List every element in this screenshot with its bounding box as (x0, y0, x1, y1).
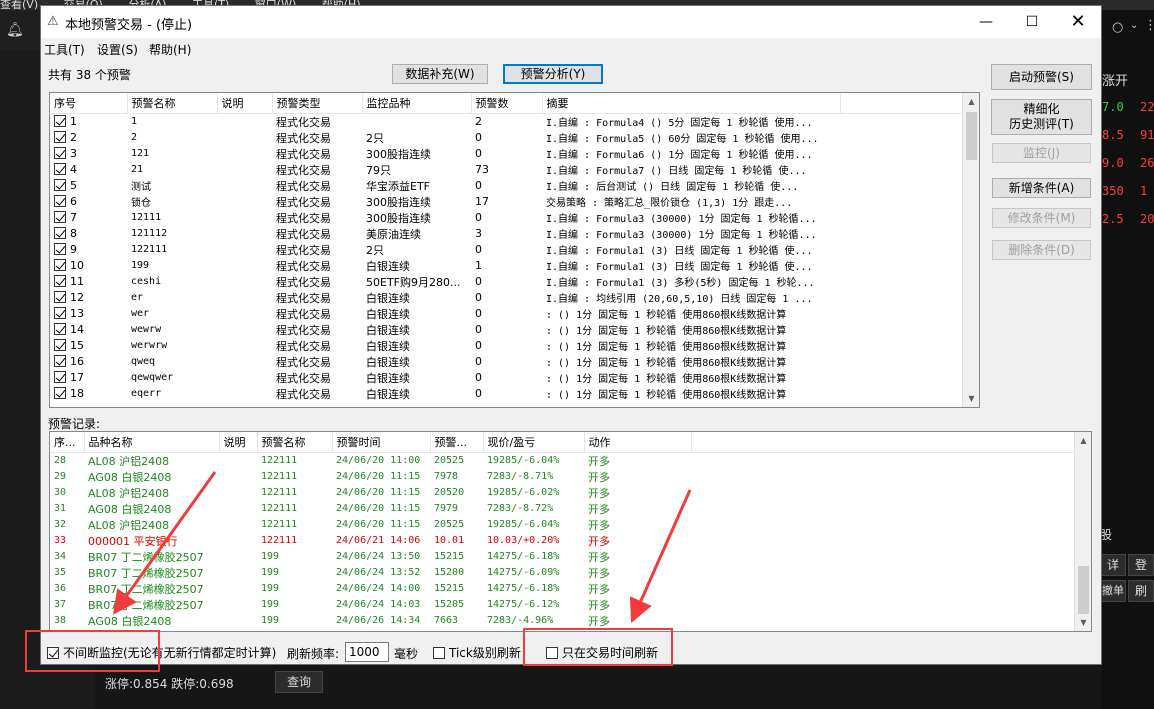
annotation-arrow-right (629, 489, 692, 623)
annotation-arrows (113, 471, 692, 623)
annotation-arrow-left (113, 471, 217, 615)
